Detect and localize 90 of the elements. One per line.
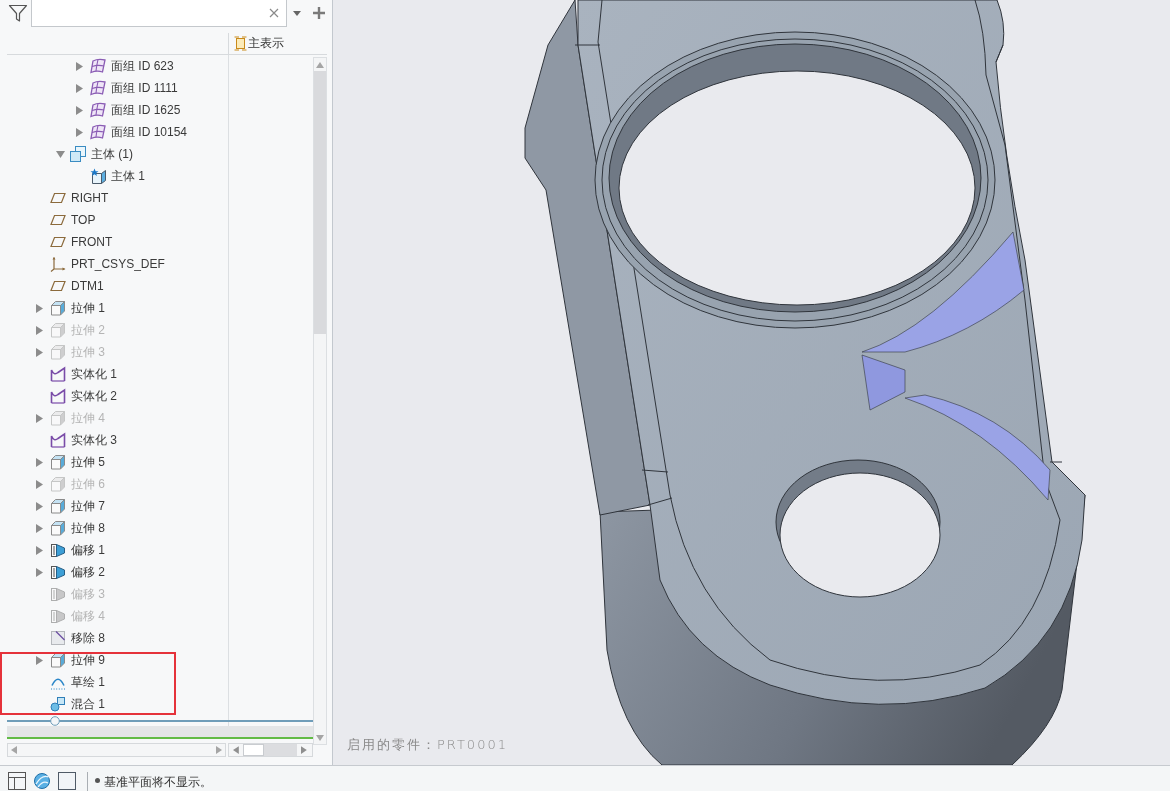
- caret-left-icon[interactable]: [233, 746, 239, 754]
- offset-panels-icon: [50, 608, 66, 624]
- cube-icon: [50, 300, 66, 316]
- diagonal-square-icon: [50, 630, 66, 646]
- column-header[interactable]: 主表示: [248, 35, 284, 52]
- tree-item-label[interactable]: 拉伸 8: [71, 520, 105, 536]
- caret-right-icon[interactable]: [76, 105, 83, 115]
- cube-icon: [50, 652, 66, 668]
- search-field[interactable]: [31, 0, 287, 27]
- caret-left-icon[interactable]: [11, 746, 17, 754]
- surface-patch-icon: [90, 58, 106, 74]
- add-icon[interactable]: [313, 7, 325, 19]
- cube-icon: [50, 476, 66, 492]
- tree-item-label[interactable]: 拉伸 1: [71, 300, 105, 316]
- tree-item-label[interactable]: 实体化 2: [71, 388, 117, 404]
- horizontal-scrollbar[interactable]: [7, 743, 226, 757]
- tree-item-label[interactable]: PRT_CSYS_DEF: [71, 256, 165, 272]
- horizontal-scrollbar[interactable]: [228, 743, 313, 757]
- surface-patch-icon: [90, 102, 106, 118]
- caret-down-icon[interactable]: [316, 735, 324, 741]
- offset-panels-icon: [50, 542, 66, 558]
- caret-right-icon[interactable]: [36, 545, 43, 555]
- caret-down-icon[interactable]: [56, 150, 65, 158]
- tree-item-label[interactable]: 拉伸 5: [71, 454, 105, 470]
- caret-right-icon[interactable]: [36, 303, 43, 313]
- window-layout-icon[interactable]: [8, 772, 26, 790]
- scroll-thumb[interactable]: [242, 744, 265, 756]
- tree-item-label[interactable]: 面组 ID 10154: [111, 124, 188, 140]
- tree-item-label[interactable]: 实体化 3: [71, 432, 117, 448]
- tree-item-label[interactable]: 面组 ID 1111: [111, 80, 178, 96]
- parallelogram-icon: [50, 190, 66, 206]
- vertical-scrollbar[interactable]: [313, 57, 327, 745]
- caret-down-icon[interactable]: [293, 11, 301, 16]
- tree-item-label[interactable]: 拉伸 7: [71, 498, 105, 514]
- tree-item-label[interactable]: 移除 8: [71, 630, 105, 646]
- caret-right-icon[interactable]: [36, 501, 43, 511]
- surface-patch-icon: [90, 80, 106, 96]
- insert-marker[interactable]: [7, 716, 313, 726]
- tree-item-label[interactable]: RIGHT: [71, 190, 109, 206]
- caret-right-icon[interactable]: [76, 127, 83, 137]
- tree-item-label[interactable]: TOP: [71, 212, 96, 228]
- cube-icon: [50, 498, 66, 514]
- offset-panels-icon: [50, 586, 66, 602]
- offset-panels-icon: [50, 564, 66, 580]
- caret-up-icon[interactable]: [316, 62, 324, 68]
- caret-right-icon[interactable]: [76, 61, 83, 71]
- curve-shape-icon: [50, 432, 66, 448]
- tree-item-label[interactable]: 偏移 2: [71, 564, 105, 580]
- tree-item-label[interactable]: 主体 (1): [91, 146, 133, 162]
- caret-right-icon[interactable]: [216, 746, 222, 754]
- active-part-caption: 启用的零件：PRT0001: [347, 736, 508, 754]
- parallelogram-icon: [50, 234, 66, 250]
- bracket-frame-icon: [234, 36, 247, 51]
- tree-item-label[interactable]: 面组 ID 1625: [111, 102, 181, 118]
- tree-item-label[interactable]: FRONT: [71, 234, 113, 250]
- tree-item-label[interactable]: 实体化 1: [71, 366, 117, 382]
- axes-icon: [50, 256, 66, 272]
- parallelogram-icon: [50, 278, 66, 294]
- tree-item-label[interactable]: 草绘 1: [71, 674, 105, 690]
- tree-item-label[interactable]: 面组 ID 623: [111, 58, 174, 74]
- cube-icon: [50, 454, 66, 470]
- curve-shape-icon: [50, 366, 66, 382]
- tree-item-label[interactable]: 主体 1: [111, 168, 145, 184]
- cube-icon: [50, 322, 66, 338]
- tree-item-label[interactable]: 拉伸 9: [71, 652, 105, 668]
- tree-item-label[interactable]: DTM1: [71, 278, 104, 294]
- square-icon[interactable]: [58, 772, 76, 790]
- caret-right-icon[interactable]: [36, 655, 43, 665]
- tree-item-label[interactable]: 混合 1: [71, 696, 105, 712]
- globe-icon[interactable]: [33, 772, 51, 790]
- cube-icon: [50, 344, 66, 360]
- filter-icon[interactable]: [8, 3, 28, 23]
- caret-right-icon[interactable]: [36, 567, 43, 577]
- curve-shape-icon: [50, 388, 66, 404]
- star-cube-icon: [90, 168, 106, 184]
- stacked-cubes-icon: [70, 146, 86, 162]
- caret-right-icon[interactable]: [301, 746, 307, 754]
- cube-icon: [50, 410, 66, 426]
- bullet-icon: [95, 778, 100, 783]
- clear-icon[interactable]: [269, 8, 279, 18]
- caret-right-icon[interactable]: [36, 457, 43, 467]
- surface-patch-icon: [90, 124, 106, 140]
- cube-icon: [50, 520, 66, 536]
- caret-right-icon[interactable]: [76, 83, 83, 93]
- scroll-thumb[interactable]: [314, 71, 326, 334]
- caret-right-icon[interactable]: [36, 523, 43, 533]
- cylinders-icon: [50, 696, 66, 712]
- tree-item-label[interactable]: 偏移 1: [71, 542, 105, 558]
- parallelogram-icon: [50, 212, 66, 228]
- status-message: 基准平面将不显示。: [104, 774, 212, 791]
